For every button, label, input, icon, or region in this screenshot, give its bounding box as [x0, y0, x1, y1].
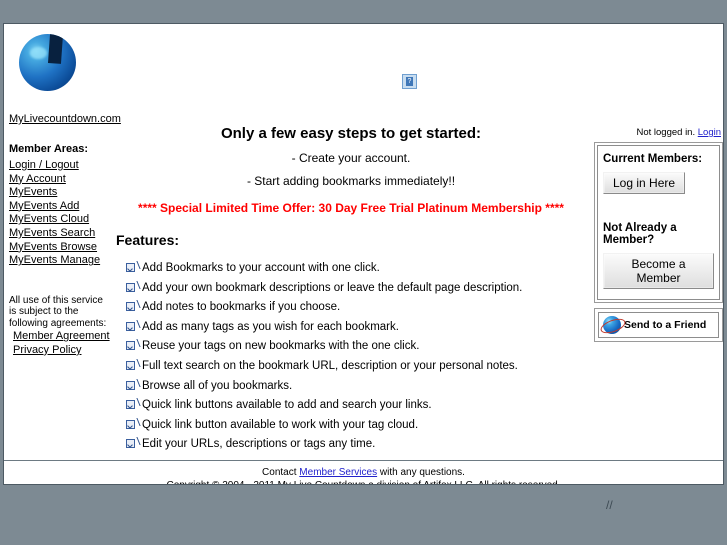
not-a-member-heading: Not Already a Member? — [603, 222, 677, 246]
member-areas-heading: Member Areas: — [9, 143, 89, 155]
globe-icon — [598, 314, 628, 337]
footer-contact-line: Contact Member Services with any questio… — [4, 466, 723, 479]
broken-image-glyph: ? — [406, 77, 413, 86]
sidebar-link-myevents-manage[interactable]: MyEvents Manage — [9, 254, 100, 266]
list-item: Quick link buttons available to add and … — [112, 396, 590, 416]
checkmark-icon — [126, 380, 135, 390]
list-item: Quick link button available to work with… — [112, 416, 590, 436]
browser-viewport: MyLivecountdown.com Member Areas: Login … — [3, 23, 724, 485]
login-status-text: Not logged in. — [636, 127, 696, 138]
agreement-note-line-2: is subject to the — [9, 306, 79, 318]
send-to-friend-box[interactable]: Send to a Friend — [594, 308, 723, 342]
sidebar-item-myevents[interactable]: MyEvents — [9, 186, 112, 200]
agreement-note-line-3: following agreements: — [9, 317, 107, 329]
footer: Contact Member Services with any questio… — [4, 461, 723, 484]
checkmark-icon — [126, 302, 135, 312]
checkmark-icon — [126, 419, 135, 429]
broken-image-placeholder-icon: ? — [402, 74, 417, 89]
step-line-2: - Start adding bookmarks immediately!! — [246, 174, 456, 188]
logo-highlight — [30, 46, 48, 59]
checkmark-icon — [126, 321, 135, 331]
window-resize-handle[interactable]: // — [606, 498, 620, 512]
agreement-note-line-1: All use of this service — [9, 294, 103, 306]
feature-text: Add your own bookmark descriptions or le… — [142, 281, 523, 294]
sidebar-item-myevents-browse[interactable]: MyEvents Browse — [9, 241, 112, 255]
feature-text: Quick link button available to work with… — [142, 418, 419, 431]
agreement-links: Member Agreement Privacy Policy — [9, 330, 112, 357]
logo-pie-wedge — [47, 34, 63, 64]
right-panel: Not logged in. Login Current Members: Lo… — [590, 24, 723, 342]
sidebar-item-my-account[interactable]: My Account — [9, 173, 112, 187]
member-areas-nav: Login / Logout My Account MyEvents MyEve… — [9, 159, 112, 268]
features-list: Add Bookmarks to your account with one c… — [112, 259, 590, 455]
log-in-here-button[interactable]: Log in Here — [603, 172, 686, 194]
checkmark-icon — [126, 400, 135, 410]
feature-text: Add as many tags as you wish for each bo… — [142, 320, 399, 333]
sidebar-link-login-logout[interactable]: Login / Logout — [9, 159, 79, 171]
sidebar-link-myevents[interactable]: MyEvents — [9, 186, 57, 198]
page-title: Only a few easy steps to get started: — [220, 125, 482, 142]
feature-text: Add notes to bookmarks if you choose. — [142, 301, 341, 314]
checkmark-icon — [126, 263, 135, 272]
checkmark-icon — [126, 282, 135, 292]
become-a-member-button[interactable]: Become a Member — [603, 253, 714, 289]
list-item: Edit your URLs, descriptions or tags any… — [112, 435, 590, 455]
sidebar-item-myevents-search[interactable]: MyEvents Search — [9, 227, 112, 241]
link-privacy-policy[interactable]: Privacy Policy — [13, 344, 81, 356]
feature-text: Quick link buttons available to add and … — [142, 399, 432, 412]
site-home-link[interactable]: MyLivecountdown.com — [9, 113, 121, 125]
globe-logo-icon — [19, 34, 76, 91]
feature-text: Full text search on the bookmark URL, de… — [142, 359, 518, 372]
current-members-heading: Current Members: — [603, 153, 703, 165]
list-item: Add notes to bookmarks if you choose. — [112, 298, 590, 318]
agreement-item-privacy-policy[interactable]: Privacy Policy — [13, 344, 112, 358]
list-item: Browse all of you bookmarks. — [112, 377, 590, 397]
agreement-note: All use of this service is subject to th… — [9, 295, 112, 330]
agreement-item-member-agreement[interactable]: Member Agreement — [13, 330, 112, 344]
feature-text: Reuse your tags on new bookmarks with th… — [142, 340, 420, 353]
sidebar-item-myevents-manage[interactable]: MyEvents Manage — [9, 254, 112, 268]
contact-prefix: Contact — [262, 467, 297, 478]
login-link[interactable]: Login — [698, 127, 721, 138]
sidebar-link-myevents-browse[interactable]: MyEvents Browse — [9, 241, 97, 253]
list-item: Reuse your tags on new bookmarks with th… — [112, 337, 590, 357]
features-heading: Features: — [116, 232, 180, 248]
page-body: MyLivecountdown.com Member Areas: Login … — [4, 24, 723, 484]
main-content: ? Only a few easy steps to get started: … — [112, 24, 590, 455]
list-item: Add your own bookmark descriptions or le… — [112, 279, 590, 299]
left-sidebar: MyLivecountdown.com Member Areas: Login … — [4, 24, 121, 357]
feature-text: Browse all of you bookmarks. — [142, 379, 293, 392]
sidebar-link-myevents-add[interactable]: MyEvents Add — [9, 200, 79, 212]
sidebar-item-myevents-add[interactable]: MyEvents Add — [9, 200, 112, 214]
contact-suffix: with any questions. — [379, 467, 465, 478]
site-home-link-wrap: MyLivecountdown.com — [9, 113, 121, 125]
footer-copyright: Copyright © 2004 - 2011 My Live Countdow… — [4, 479, 723, 484]
members-box-inner: Current Members: Log in Here Not Already… — [597, 145, 720, 300]
send-to-friend-inner[interactable]: Send to a Friend — [598, 312, 719, 338]
list-item: Full text search on the bookmark URL, de… — [112, 357, 590, 377]
sidebar-link-my-account[interactable]: My Account — [9, 173, 66, 185]
special-offer-banner: **** Special Limited Time Offer: 30 Day … — [138, 201, 564, 215]
login-status: Not logged in. Login — [590, 24, 723, 138]
sidebar-link-myevents-search[interactable]: MyEvents Search — [9, 227, 95, 239]
list-item: Add Bookmarks to your account with one c… — [112, 259, 590, 279]
send-to-friend-label: Send to a Friend — [624, 319, 707, 331]
feature-text: Add Bookmarks to your account with one c… — [142, 262, 380, 274]
members-box: Current Members: Log in Here Not Already… — [594, 142, 723, 303]
step-line-1: - Create your account. — [291, 151, 411, 165]
checkmark-icon — [126, 360, 135, 370]
checkmark-icon — [126, 341, 135, 351]
checkmark-icon — [126, 439, 135, 449]
sidebar-link-myevents-cloud[interactable]: MyEvents Cloud — [9, 213, 89, 225]
list-item: Add as many tags as you wish for each bo… — [112, 318, 590, 338]
feature-text: Edit your URLs, descriptions or tags any… — [142, 438, 376, 451]
link-member-agreement[interactable]: Member Agreement — [13, 330, 110, 342]
sidebar-item-login-logout[interactable]: Login / Logout — [9, 159, 112, 173]
member-services-link[interactable]: Member Services — [299, 467, 377, 478]
sidebar-item-myevents-cloud[interactable]: MyEvents Cloud — [9, 213, 112, 227]
